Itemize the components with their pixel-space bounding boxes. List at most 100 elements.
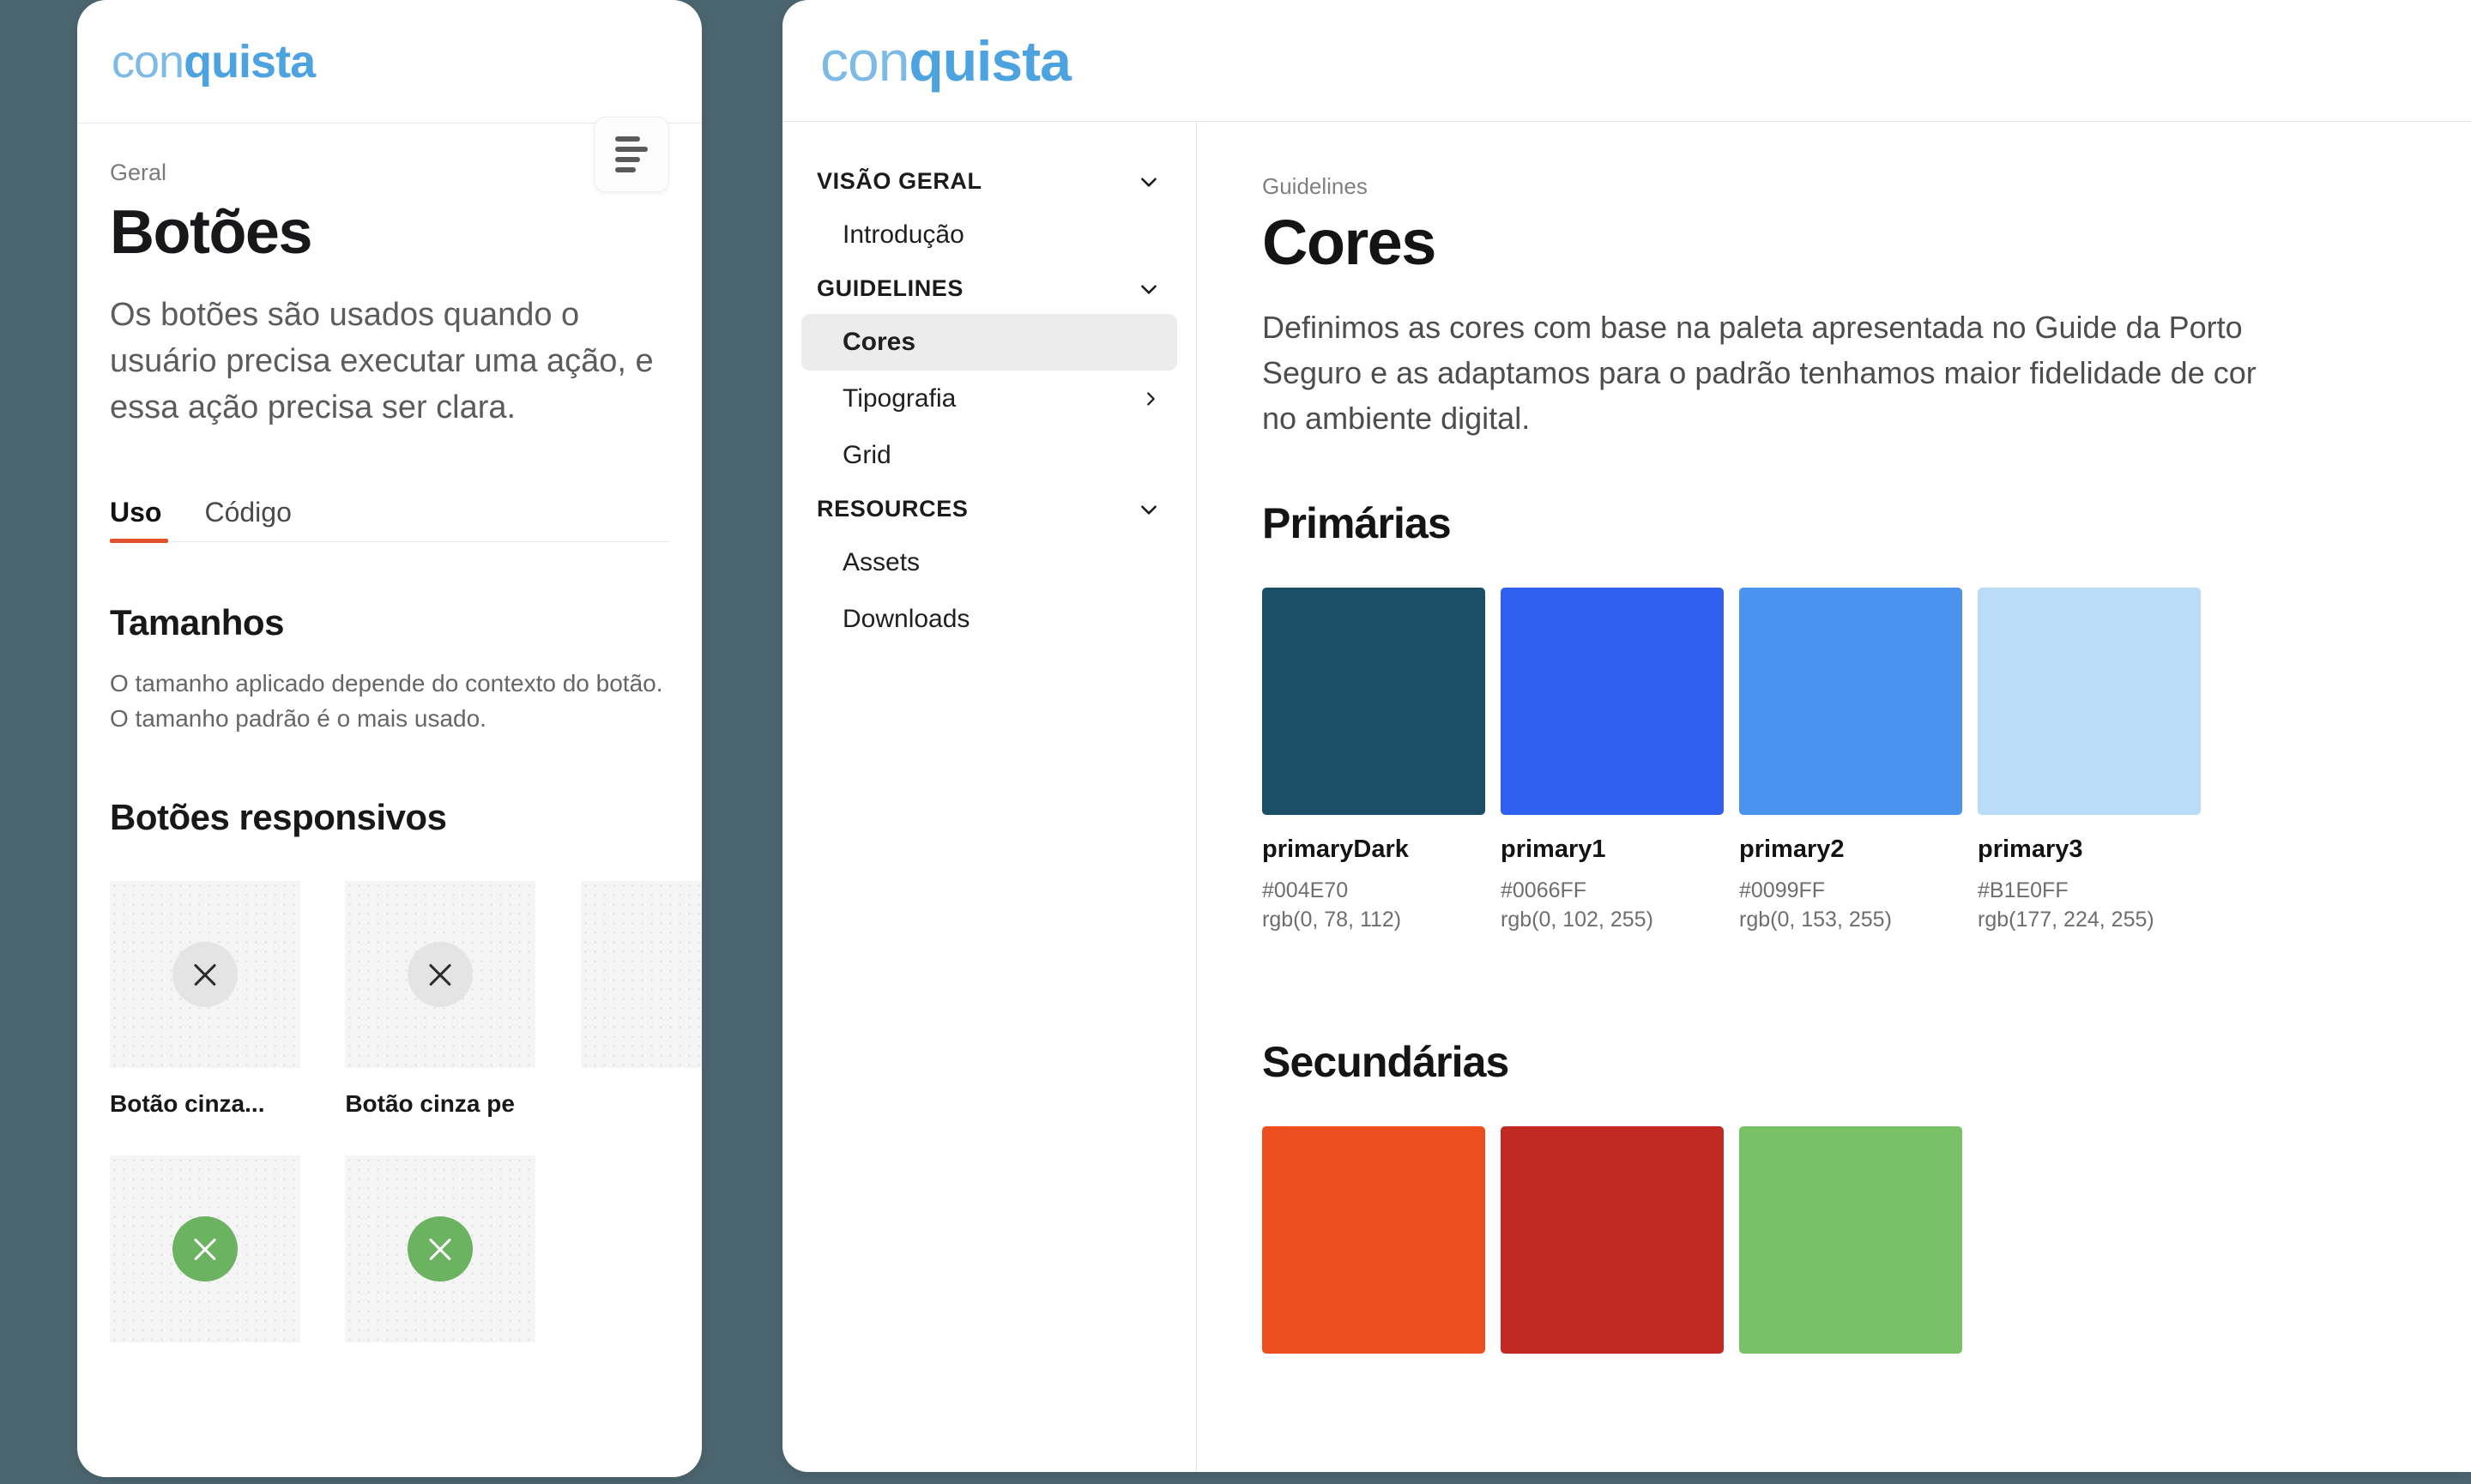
color-chip <box>1739 587 1962 815</box>
color-rgb: rgb(0, 102, 255) <box>1501 907 1653 932</box>
page-title: Cores <box>1262 207 1436 278</box>
button-card[interactable]: Botão cinza... <box>110 880 300 1118</box>
button-card-thumb <box>345 880 536 1068</box>
button-card-thumb <box>110 880 300 1068</box>
mobile-eyebrow: Geral <box>110 160 167 185</box>
color-name: primaryDark <box>1262 835 1409 863</box>
color-chip <box>1501 1125 1724 1354</box>
desktop-preview-panel: conquista VISÃO GERAL Introdução GUIDELI… <box>782 0 2471 1472</box>
button-card-label: Botão cinza pe <box>345 1089 515 1117</box>
secondary-swatch-row <box>1262 1125 2471 1354</box>
text-align-icon <box>615 136 648 172</box>
button-preview-pill <box>408 941 474 1007</box>
color-name: primary1 <box>1501 835 1606 863</box>
tab-uso[interactable]: Uso <box>110 498 161 526</box>
color-rgb: rgb(177, 224, 255) <box>1978 907 2154 932</box>
desktop-main: VISÃO GERAL Introdução GUIDELINES Cores … <box>782 122 2471 1472</box>
brand-logo-prefix: con <box>112 35 184 87</box>
sidebar-item-tipografia[interactable]: Tipografia <box>801 371 1177 427</box>
desktop-topbar: conquista <box>782 0 2471 122</box>
chevron-right-icon <box>1147 392 1155 406</box>
brand-logo-suffix: quista <box>184 35 316 87</box>
button-card-thumb <box>581 1155 702 1342</box>
sidebar-group-visao-geral[interactable]: VISÃO GERAL <box>801 156 1177 207</box>
close-icon <box>426 960 455 989</box>
brand-logo-suffix: quista <box>909 28 1071 93</box>
color-name: primary2 <box>1739 835 1845 863</box>
chevron-down-icon <box>1141 284 1157 294</box>
brand-logo[interactable]: conquista <box>820 33 1072 89</box>
button-card[interactable]: Botão cinza pe <box>345 880 536 1118</box>
color-swatch[interactable]: primary3 #B1E0FF rgb(177, 224, 255) <box>1978 587 2201 934</box>
mobile-header: conquista <box>77 0 702 124</box>
color-rgb: rgb(0, 153, 255) <box>1739 907 1892 932</box>
mobile-preview-panel: conquista Geral Botões Os botões são usa… <box>77 0 702 1477</box>
close-icon <box>426 1234 455 1264</box>
mobile-section-title: Tamanhos <box>110 601 284 642</box>
button-preview-pill <box>408 1216 474 1282</box>
tab-codigo[interactable]: Código <box>204 498 291 526</box>
secondary-colors-heading: Secundárias <box>1262 1037 1509 1086</box>
mobile-section-text: O tamanho aplicado depende do contexto d… <box>110 669 663 733</box>
button-card-thumb <box>345 1155 536 1342</box>
color-rgb: rgb(0, 78, 112) <box>1262 907 1402 932</box>
primary-swatch-row: primaryDark #004E70 rgb(0, 78, 112) prim… <box>1262 587 2471 934</box>
content-eyebrow: Guidelines <box>1262 173 1368 199</box>
close-icon <box>190 960 220 989</box>
color-swatch[interactable] <box>1262 1125 1485 1354</box>
sidebar-item-label: Assets <box>843 548 921 576</box>
color-hex: #B1E0FF <box>1978 878 2069 902</box>
sidebar-group-resources[interactable]: RESOURCES <box>801 484 1177 534</box>
button-card[interactable] <box>581 1155 702 1342</box>
sidebar-group-label: RESOURCES <box>817 496 969 522</box>
color-chip <box>1262 1125 1485 1354</box>
color-chip <box>1262 587 1485 815</box>
desktop-content: Guidelines Cores Definimos as cores com … <box>1197 122 2471 1472</box>
color-swatch[interactable] <box>1501 1125 1724 1354</box>
sidebar-item-assets[interactable]: Assets <box>801 534 1177 591</box>
brand-logo[interactable]: conquista <box>112 35 316 87</box>
sidebar-item-label: Tipografia <box>843 384 957 413</box>
mobile-lead-text: Os botões são usados quando o usuário pr… <box>110 296 654 425</box>
button-card[interactable] <box>580 880 702 1118</box>
sidebar-item-grid[interactable]: Grid <box>801 427 1177 484</box>
sidebar-item-downloads[interactable]: Downloads <box>801 591 1177 648</box>
button-card-thumb <box>110 1155 300 1342</box>
button-preview-pill <box>172 941 238 1007</box>
color-swatch[interactable]: primaryDark #004E70 rgb(0, 78, 112) <box>1262 587 1485 934</box>
button-card-thumb <box>580 880 702 1068</box>
button-card[interactable] <box>110 1155 300 1342</box>
mobile-tabs: Uso Código <box>110 498 669 543</box>
mobile-responsive-title: Botões responsivos <box>110 796 447 837</box>
color-hex: #004E70 <box>1262 878 1349 902</box>
screen-root: conquista Geral Botões Os botões são usa… <box>0 0 2471 1484</box>
color-hex: #0066FF <box>1501 878 1587 902</box>
sidebar-item-label: Introdução <box>843 220 964 249</box>
content-lead-text: Definimos as cores com base na paleta ap… <box>1262 309 2257 437</box>
brand-logo-prefix: con <box>820 28 909 93</box>
color-swatch[interactable] <box>1739 1125 1962 1354</box>
color-swatch[interactable]: primary1 #0066FF rgb(0, 102, 255) <box>1501 587 1724 934</box>
color-chip <box>1501 587 1724 815</box>
sidebar-item-cores[interactable]: Cores <box>801 314 1177 371</box>
mobile-body: Geral Botões Os botões são usados quando… <box>77 117 702 1342</box>
desktop-sidebar: VISÃO GERAL Introdução GUIDELINES Cores … <box>782 122 1197 1472</box>
button-card-grid: Botão cinza... Botão cinza pe <box>110 880 702 1342</box>
color-name: primary3 <box>1978 835 2083 863</box>
mobile-page-title: Botões <box>110 198 313 268</box>
close-icon <box>190 1234 220 1264</box>
sidebar-item-introducao[interactable]: Introdução <box>801 207 1177 263</box>
color-swatch[interactable]: primary2 #0099FF rgb(0, 153, 255) <box>1739 587 1962 934</box>
color-hex: #0099FF <box>1739 878 1826 902</box>
tab-active-indicator <box>110 538 168 543</box>
color-chip <box>1978 587 2201 815</box>
chevron-down-icon <box>1141 177 1157 187</box>
sidebar-item-label: Cores <box>843 328 916 356</box>
button-card-label: Botão cinza... <box>110 1089 265 1117</box>
button-card[interactable] <box>345 1155 536 1342</box>
color-chip <box>1739 1125 1962 1354</box>
menu-toggle-button[interactable] <box>594 117 669 192</box>
sidebar-group-guidelines[interactable]: GUIDELINES <box>801 263 1177 314</box>
sidebar-group-label: VISÃO GERAL <box>817 168 982 194</box>
sidebar-item-label: Grid <box>843 441 891 469</box>
